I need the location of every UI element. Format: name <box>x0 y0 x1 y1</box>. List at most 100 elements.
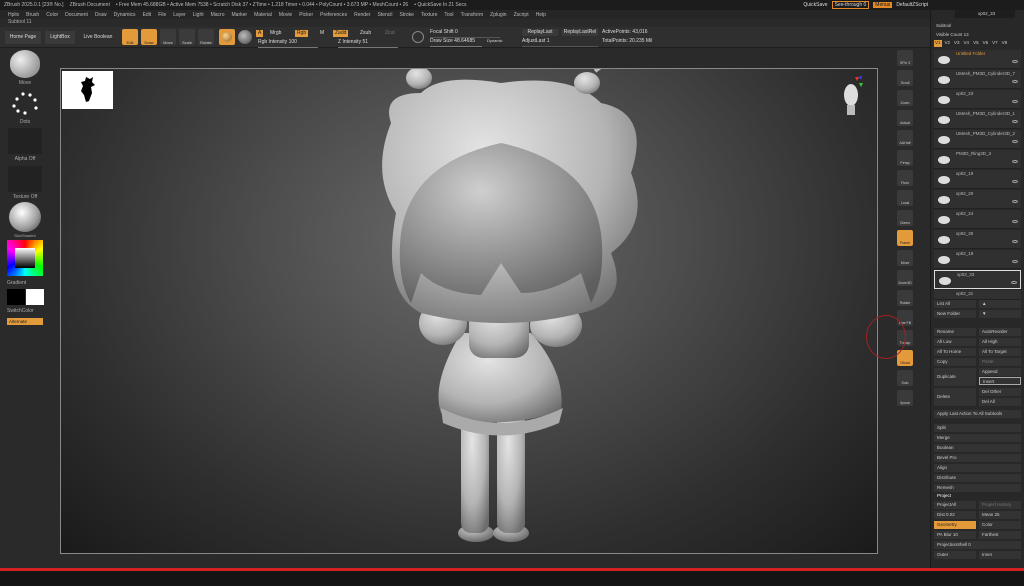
outer-toggle[interactable]: Outer <box>934 551 976 559</box>
rgb-intensity-slider[interactable]: Rgb Intensity 100 <box>258 39 318 48</box>
secondary-color-swatch[interactable] <box>7 289 25 305</box>
xpose-button[interactable]: Xpose <box>897 390 913 406</box>
subtool-item[interactable]: Untitled Folder <box>934 50 1021 69</box>
subtool-item[interactable]: UMesh_PM3D_Cylinder3D_1 <box>934 110 1021 129</box>
tab-v8[interactable]: V8 <box>1001 40 1009 47</box>
eye-icon[interactable] <box>1012 240 1018 243</box>
eye-icon[interactable] <box>1012 60 1018 63</box>
actual-button[interactable]: Actual <box>897 110 913 126</box>
solo-button[interactable]: Solo <box>897 370 913 386</box>
brush-thumbnail-icon[interactable] <box>10 50 40 78</box>
eye-icon[interactable] <box>1012 200 1018 203</box>
color-toggle[interactable]: Color <box>979 521 1021 529</box>
eye-icon[interactable] <box>1011 281 1017 284</box>
focal-shift-slider[interactable]: Focal Shift 0 <box>430 29 500 38</box>
rename-button[interactable]: Rename <box>934 328 976 336</box>
color-picker-icon[interactable] <box>7 240 43 276</box>
tab-v6[interactable]: V6 <box>982 40 990 47</box>
tab-v4[interactable]: V4 <box>963 40 971 47</box>
home-page-button[interactable]: Home Page <box>5 31 41 44</box>
frame-button[interactable]: Frame <box>897 230 913 246</box>
floor-button[interactable]: Floor <box>897 170 913 186</box>
tab-v5[interactable]: V5 <box>972 40 980 47</box>
all-to-target-button[interactable]: All To Target <box>979 348 1021 356</box>
stroke-dots-icon[interactable] <box>8 88 42 118</box>
a-toggle[interactable]: A <box>256 30 264 37</box>
all-to-home-button[interactable]: All To Home <box>934 348 976 356</box>
eye-icon[interactable] <box>1012 80 1018 83</box>
new-folder-button[interactable]: New Folder <box>934 310 976 318</box>
all-high-button[interactable]: All High <box>979 338 1021 346</box>
primary-color-swatch[interactable] <box>26 289 44 305</box>
insert-button[interactable]: Insert <box>979 377 1021 385</box>
menu-material[interactable]: Material <box>254 12 272 18</box>
merge-section[interactable]: Merge <box>934 434 1021 442</box>
paste-button[interactable]: Paste <box>979 358 1021 366</box>
s-brush-icon[interactable] <box>412 31 424 43</box>
eye-icon[interactable] <box>1012 140 1018 143</box>
tab-v3[interactable]: V3 <box>953 40 961 47</box>
replaylastrel-button[interactable]: ReplayLastRel <box>562 29 598 36</box>
alternate-button[interactable]: Alternate <box>7 318 43 325</box>
menu-stencil[interactable]: Stencil <box>378 12 393 18</box>
remesh-section[interactable]: Remesh <box>934 484 1021 492</box>
menu-color[interactable]: Color <box>46 12 58 18</box>
append-button[interactable]: Append <box>979 368 1021 376</box>
split-section[interactable]: Split <box>934 424 1021 432</box>
texture-thumbnail-icon[interactable] <box>8 166 42 192</box>
mean-slider[interactable]: Mean 25 <box>979 511 1021 519</box>
subtool-item[interactable]: xp02_20 <box>934 190 1021 209</box>
tab-v2[interactable]: V2 <box>944 40 952 47</box>
rotate-mode-button[interactable]: Rotate <box>198 29 214 45</box>
menu-transform[interactable]: Transform <box>461 12 484 18</box>
menu-hplix[interactable]: Hplix <box>8 12 19 18</box>
down-arrow-icon[interactable]: ▼ <box>979 310 1021 318</box>
menu-edit[interactable]: Edit <box>143 12 152 18</box>
up-arrow-icon[interactable]: ▲ <box>979 300 1021 308</box>
draw-size-slider[interactable]: Draw Size 48.64685 <box>430 38 482 47</box>
menu-layer[interactable]: Layer <box>173 12 186 18</box>
dist-slider[interactable]: Dist 0.02 <box>934 511 976 519</box>
subtool-item[interactable]: xp02_24 <box>934 210 1021 229</box>
del-other-button[interactable]: Del Other <box>979 388 1021 396</box>
menu-help[interactable]: Help <box>536 12 546 18</box>
z-intensity-slider[interactable]: Z Intensity 51 <box>338 39 398 48</box>
zcut-toggle[interactable]: Zcut <box>385 30 399 37</box>
menu-document[interactable]: Document <box>65 12 88 18</box>
alpha-thumbnail-icon[interactable] <box>8 128 42 154</box>
live-boolean-button[interactable]: Live Boolean <box>80 31 116 44</box>
distribute-section[interactable]: Distribute <box>934 474 1021 482</box>
pa-blur-slider[interactable]: PA Blur 10 <box>934 531 976 539</box>
menu-macro[interactable]: Macro <box>211 12 225 18</box>
m-toggle[interactable]: M <box>320 30 328 37</box>
menu-draw[interactable]: Draw <box>95 12 107 18</box>
subtool-item[interactable]: xp02_23 <box>934 90 1021 109</box>
draw-mode-button[interactable]: Draw <box>141 29 157 45</box>
menu-picker[interactable]: Picker <box>299 12 313 18</box>
zoom3d-button[interactable]: Zoom3D <box>897 270 913 286</box>
canvas-viewport[interactable] <box>60 68 878 554</box>
subtool-item[interactable]: xp02_18 <box>934 250 1021 269</box>
gradient-sphere-icon[interactable] <box>238 30 252 44</box>
rgb-toggle[interactable]: Rgb <box>295 30 309 37</box>
menu-brush[interactable]: Brush <box>26 12 39 18</box>
quicksave-button[interactable]: QuickSave <box>803 2 827 8</box>
eye-icon[interactable] <box>1012 180 1018 183</box>
menus-button[interactable]: Menus <box>873 2 893 8</box>
dynamic-toggle[interactable]: Dynamic <box>487 38 507 45</box>
farthest-toggle[interactable]: Farthest <box>979 531 1021 539</box>
projectall-button[interactable]: ProjectAll <box>934 501 976 509</box>
copy-button[interactable]: Copy <box>934 358 976 366</box>
apply-last-action-button[interactable]: Apply Last Action To All Subtools <box>934 410 1021 418</box>
menu-dynamics[interactable]: Dynamics <box>114 12 136 18</box>
zoom-button[interactable]: Zoom <box>897 90 913 106</box>
geometry-toggle[interactable]: Geometry <box>934 521 976 529</box>
persp-button[interactable]: Persp <box>897 150 913 166</box>
lightbox-button[interactable]: LightBox <box>45 31 75 44</box>
eye-icon[interactable] <box>1012 160 1018 163</box>
scale-mode-button[interactable]: Scale <box>179 29 195 45</box>
menu-zplugin[interactable]: Zplugin <box>490 12 506 18</box>
delete-button[interactable]: Delete <box>934 388 976 406</box>
subtool-item[interactable]: UMesh_PM3D_Cylinder3D_2 <box>934 130 1021 149</box>
spix-button[interactable]: SPix 3 <box>897 50 913 66</box>
